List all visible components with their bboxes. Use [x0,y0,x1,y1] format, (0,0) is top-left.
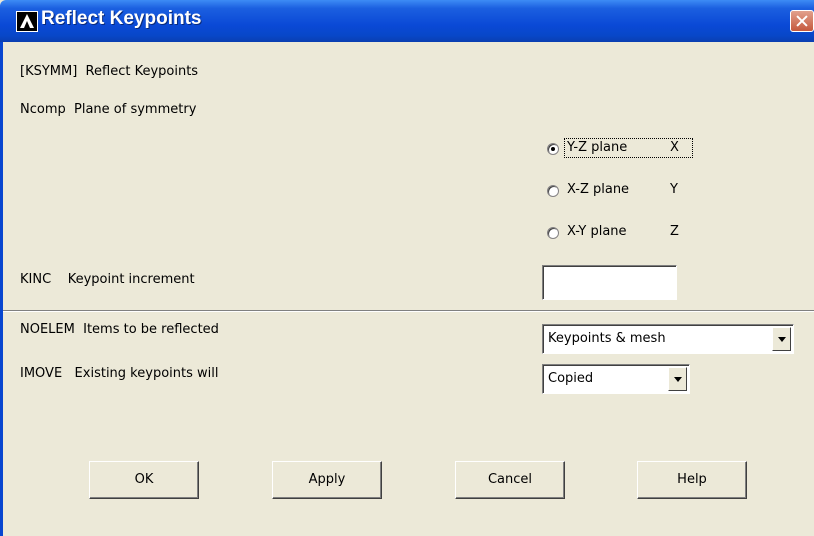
window-frame-left [0,42,3,536]
radio-axis: X [670,140,679,155]
noelem-label: NOELEM Items to be reflected [20,322,219,337]
radio-button-icon[interactable] [547,227,559,239]
title-bar[interactable]: Reflect Keypoints [0,0,814,42]
kinc-label: KINC Keypoint increment [20,272,195,287]
command-label: [KSYMM] Reflect Keypoints [20,64,199,79]
ncomp-label: Ncomp Plane of symmetry [20,102,197,117]
imove-dropdown[interactable]: Copied [542,364,690,394]
chevron-down-icon[interactable] [668,367,687,391]
ok-button[interactable]: OK [89,461,199,499]
radio-label: Y-Z plane [567,140,628,155]
imove-label-text: IMOVE Existing keypoints will [20,366,219,381]
radio-button-icon[interactable] [547,143,559,155]
cancel-button[interactable]: Cancel [455,461,565,499]
radio-button-icon[interactable] [547,185,559,197]
noelem-dropdown[interactable]: Keypoints & mesh [542,324,794,354]
kinc-input[interactable] [542,265,677,300]
radio-label: X-Z plane [567,182,630,197]
help-button[interactable]: Help [637,461,747,499]
radio-label: X-Y plane [567,224,627,239]
dropdown-value: Keypoints & mesh [548,331,666,346]
radio-axis: Z [670,224,679,239]
chevron-down-icon[interactable] [772,327,791,351]
ansys-logo-icon [16,11,38,32]
apply-button[interactable]: Apply [272,461,382,499]
radio-axis: Y [670,182,678,197]
dropdown-value: Copied [548,371,594,386]
close-button[interactable] [790,10,814,32]
separator [3,310,814,312]
window-title: Reflect Keypoints [41,8,202,29]
